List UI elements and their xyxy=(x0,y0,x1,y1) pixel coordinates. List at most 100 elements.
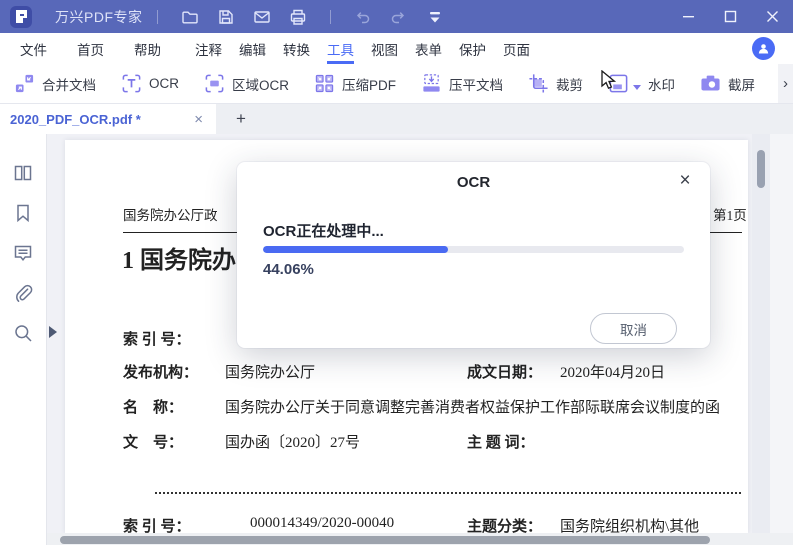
doc-date-label: 成文日期： xyxy=(467,365,543,381)
bookmark-icon xyxy=(17,204,29,223)
account-avatar[interactable] xyxy=(752,37,775,60)
minimize-button[interactable] xyxy=(667,0,709,33)
doc-name-label: 名 称： xyxy=(123,400,184,416)
doc-date-value: 2020年04月20日 xyxy=(560,365,666,381)
doc-page-number: 第1页 xyxy=(713,208,747,223)
vertical-scrollbar-thumb[interactable] xyxy=(757,150,765,188)
thumbnails-panel-button[interactable] xyxy=(8,158,38,188)
flatten-icon xyxy=(423,74,440,92)
document-tab[interactable]: 2020_PDF_OCR.pdf * × xyxy=(0,104,216,134)
open-file-button[interactable] xyxy=(175,4,205,30)
doc-issuer-label: 发布机构： xyxy=(123,365,199,381)
menu-convert[interactable]: 转换 xyxy=(283,33,310,64)
ocr-status-text: OCR正在处理中... xyxy=(263,223,384,240)
ocr-progress-bar xyxy=(263,246,684,253)
close-window-button[interactable] xyxy=(751,0,793,33)
app-window: 万兴PDF专家 文件 首页 帮助 注释 编辑 转换 工具 视图 表单 保护 页面… xyxy=(0,0,793,545)
vertical-scrollbar-track[interactable] xyxy=(752,134,770,533)
menu-view[interactable]: 视图 xyxy=(371,33,398,64)
merge-documents-button[interactable]: 合并文档 xyxy=(14,73,96,94)
new-tab-button[interactable]: + xyxy=(228,104,254,134)
doc-category-value: 国务院组织机构\其他 xyxy=(560,519,700,533)
dialog-close-icon[interactable]: × xyxy=(674,170,696,192)
tools-ribbon: 合并文档 OCR 区域OCR 压缩PDF 压平文档 裁剪 水印 截屏 xyxy=(0,64,793,104)
menu-home[interactable]: 首页 xyxy=(77,33,104,64)
menu-bar: 文件 首页 帮助 注释 编辑 转换 工具 视图 表单 保护 页面 xyxy=(0,33,793,64)
ocr-label: OCR xyxy=(149,76,179,91)
email-button[interactable] xyxy=(247,4,277,30)
navigation-panel xyxy=(0,134,47,545)
comments-panel-button[interactable] xyxy=(8,238,38,268)
crop-label: 裁剪 xyxy=(556,77,583,93)
panel-expand-handle[interactable] xyxy=(49,326,57,338)
doc-number-value: 国办函〔2020〕27号 xyxy=(225,435,361,451)
doc-heading: 1 国务院办 xyxy=(122,248,236,274)
menu-protect[interactable]: 保护 xyxy=(459,33,486,64)
screenshot-button[interactable]: 截屏 xyxy=(700,73,755,94)
menu-page[interactable]: 页面 xyxy=(503,33,530,64)
compress-icon xyxy=(315,74,334,93)
cancel-button[interactable]: 取消 xyxy=(590,313,677,344)
doc-number-label: 文 号： xyxy=(123,435,184,451)
ocr-dialog: OCR × OCR正在处理中... 44.06% 取消 xyxy=(237,162,710,348)
merge-documents-label: 合并文档 xyxy=(42,77,96,93)
tab-title: 2020_PDF_OCR.pdf * xyxy=(10,111,141,127)
app-logo-icon xyxy=(10,5,32,28)
print-button[interactable] xyxy=(283,4,313,30)
title-bar: 万兴PDF专家 xyxy=(0,0,793,33)
undo-button[interactable] xyxy=(348,4,378,30)
doc-index2-label: 索 引 号： xyxy=(123,519,191,533)
doc-keywords-label: 主 题 词： xyxy=(467,435,535,451)
menu-form[interactable]: 表单 xyxy=(415,33,442,64)
horizontal-scrollbar-thumb[interactable] xyxy=(60,536,710,544)
menu-file[interactable]: 文件 xyxy=(20,33,47,64)
ocr-icon xyxy=(122,74,141,93)
divider xyxy=(156,9,158,24)
comment-icon xyxy=(14,245,32,262)
ocr-progress-fill xyxy=(263,246,449,253)
tab-close-icon[interactable]: × xyxy=(191,111,206,128)
area-ocr-icon xyxy=(205,74,224,93)
mouse-cursor-icon xyxy=(600,69,619,94)
screenshot-label: 截屏 xyxy=(728,77,755,93)
ocr-percent-text: 44.06% xyxy=(263,261,314,278)
watermark-label: 水印 xyxy=(648,77,675,93)
ocr-button[interactable]: OCR xyxy=(121,73,179,94)
toolbar-overflow-button[interactable]: › xyxy=(778,64,793,104)
menu-comment[interactable]: 注释 xyxy=(195,33,222,64)
crop-button[interactable]: 裁剪 xyxy=(528,73,583,94)
area-ocr-button[interactable]: 区域OCR xyxy=(204,73,289,94)
maximize-button[interactable] xyxy=(709,0,751,33)
doc-name-value: 国务院办公厅关于同意调整完善消费者权益保护工作部际联席会议制度的函 xyxy=(225,400,721,416)
compress-pdf-button[interactable]: 压缩PDF xyxy=(314,73,396,94)
menu-tools[interactable]: 工具 xyxy=(327,33,354,64)
quick-access-menu-button[interactable] xyxy=(420,4,450,30)
doc-index2-value: 000014349/2020-00040 xyxy=(250,515,395,531)
folder-icon xyxy=(181,11,198,23)
merge-icon xyxy=(15,74,34,93)
doc-index-label: 索 引 号： xyxy=(123,332,191,348)
crop-icon xyxy=(529,74,548,93)
doc-issuer-value: 国务院办公厅 xyxy=(225,365,316,381)
thumbnails-icon xyxy=(14,165,32,181)
flatten-document-button[interactable]: 压平文档 xyxy=(421,73,503,94)
right-gutter xyxy=(770,134,793,545)
menu-help[interactable]: 帮助 xyxy=(134,33,161,64)
divider xyxy=(329,9,331,24)
chevron-right-icon: › xyxy=(783,75,788,92)
paperclip-icon xyxy=(16,284,33,302)
attachments-panel-button[interactable] xyxy=(8,278,38,308)
doc-header-left: 国务院办公厅政 xyxy=(123,208,218,223)
save-button[interactable] xyxy=(211,4,241,30)
area-ocr-label: 区域OCR xyxy=(232,77,289,93)
doc-category-label: 主题分类： xyxy=(467,519,543,533)
search-panel-button[interactable] xyxy=(8,318,38,348)
menu-edit[interactable]: 编辑 xyxy=(239,33,266,64)
cancel-button-label: 取消 xyxy=(620,322,647,338)
watermark-dropdown-caret[interactable] xyxy=(633,85,641,90)
search-icon xyxy=(15,325,32,342)
bookmarks-panel-button[interactable] xyxy=(8,198,38,228)
app-title: 万兴PDF专家 xyxy=(55,8,143,25)
compress-pdf-label: 压缩PDF xyxy=(342,77,396,93)
redo-button[interactable] xyxy=(384,4,414,30)
